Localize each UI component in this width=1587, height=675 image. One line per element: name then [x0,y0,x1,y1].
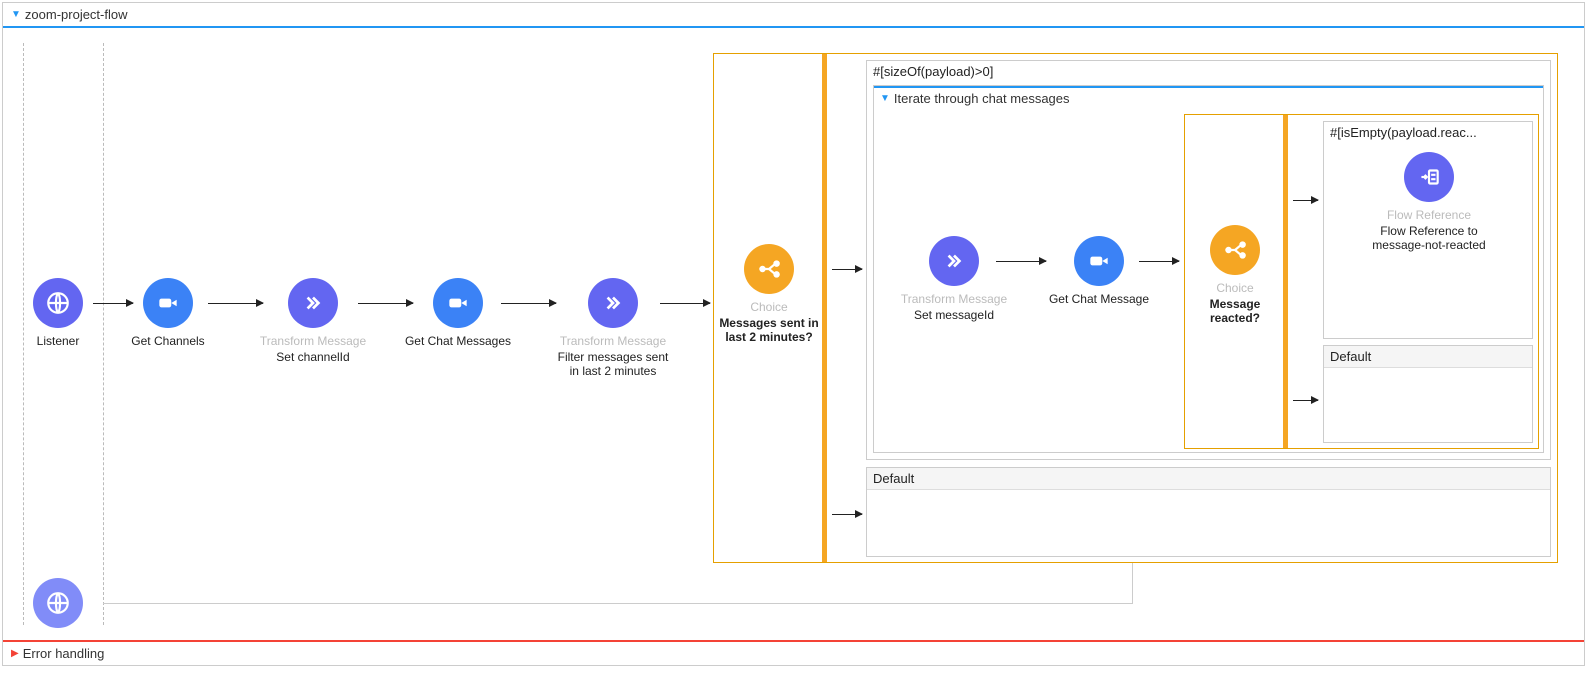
choice2-scope[interactable]: Choice Message reacted? #[isEmpty(payloa… [1184,114,1539,449]
get-channels-label: Get Channels [108,334,228,348]
choice2-when-expr: #[isEmpty(payload.reac... [1324,122,1532,143]
get-chat-message-label: Get Chat Message [1039,292,1159,306]
choice1-label: Messages sent in last 2 minutes? [714,316,824,344]
listener-label: Listener [0,334,118,348]
iterate-scope[interactable]: ▼ Iterate through chat messages Transfor… [873,85,1544,453]
iterate-title: Iterate through chat messages [894,91,1070,106]
get-chat-messages-label: Get Chat Messages [398,334,518,348]
arrow-choice2-when [1293,200,1318,201]
expand-icon: ▼ [880,93,890,104]
choice1-when-branch: #[sizeOf(payload)>0] ▼ Iterate through c… [866,60,1551,460]
choice2-node[interactable]: Choice Message reacted? [1185,225,1285,325]
response-node[interactable] [0,578,118,634]
expand-icon: ▶ [11,648,19,659]
arrow-choice1-default [832,514,862,515]
choice-icon [1210,225,1260,275]
get-chat-message-node[interactable]: Get Chat Message [1039,236,1159,306]
choice2-type: Choice [1185,281,1285,295]
transform-icon [288,278,338,328]
arrow-it-2 [1139,261,1179,262]
error-handling-title: Error handling [23,646,105,661]
return-line [103,603,1133,604]
get-channels-node[interactable]: Get Channels [108,278,228,348]
arrow-5 [660,303,710,304]
choice1-node[interactable]: Choice Messages sent in last 2 minutes? [714,244,824,344]
listener-node[interactable]: Listener [0,278,118,348]
set-channelid-node[interactable]: Transform Message Set channelId [253,278,373,364]
zoom-icon [1074,236,1124,286]
expand-icon: ▼ [11,9,21,20]
zoom-icon [433,278,483,328]
arrow-4 [501,303,556,304]
transform-icon [588,278,638,328]
flow-reference-icon [1404,152,1454,202]
choice1-type: Choice [714,300,824,314]
http-response-icon [33,578,83,628]
choice2-default-branch[interactable]: Default [1323,345,1533,443]
set-channelid-label: Set channelId [253,350,373,364]
choice2-default-label: Default [1324,346,1532,368]
flowref-type: Flow Reference [1369,208,1489,222]
flow-title: zoom-project-flow [25,7,128,22]
get-chat-messages-node[interactable]: Get Chat Messages [398,278,518,348]
set-messageid-type: Transform Message [894,292,1014,306]
filter-type: Transform Message [553,334,673,348]
http-listener-icon [33,278,83,328]
zoom-icon [143,278,193,328]
flowref-node[interactable]: Flow Reference Flow Reference to message… [1369,152,1489,252]
filter-node[interactable]: Transform Message Filter messages sent i… [553,278,673,378]
choice-icon [744,244,794,294]
iterate-header[interactable]: ▼ Iterate through chat messages [874,88,1543,109]
choice2-divider [1283,115,1288,448]
choice1-divider [822,54,827,562]
choice2-when-branch[interactable]: #[isEmpty(payload.reac... Flow Reference… [1323,121,1533,339]
flow-header[interactable]: ▼ zoom-project-flow [3,3,1584,28]
return-line-v [1132,563,1133,604]
choice1-scope[interactable]: Choice Messages sent in last 2 minutes? … [713,53,1558,563]
choice2-label: Message reacted? [1185,297,1285,325]
error-handling-header[interactable]: ▶ Error handling [3,640,1584,665]
choice1-default-branch[interactable]: Default [866,467,1551,557]
filter-label: Filter messages sent in last 2 minutes [553,350,673,378]
set-channelid-type: Transform Message [253,334,373,348]
flow-container: ▼ zoom-project-flow Listener Get Channel… [2,2,1585,666]
choice1-default-label: Default [867,468,1550,490]
set-messageid-label: Set messageId [894,308,1014,322]
choice1-when-expr: #[sizeOf(payload)>0] [867,61,1550,82]
flow-canvas[interactable]: Listener Get Channels Transform Message … [3,28,1584,640]
flowref-label: Flow Reference to message-not-reacted [1369,224,1489,252]
transform-icon [929,236,979,286]
arrow-choice1-when [832,269,862,270]
arrow-choice2-default [1293,400,1318,401]
set-messageid-node[interactable]: Transform Message Set messageId [894,236,1014,322]
